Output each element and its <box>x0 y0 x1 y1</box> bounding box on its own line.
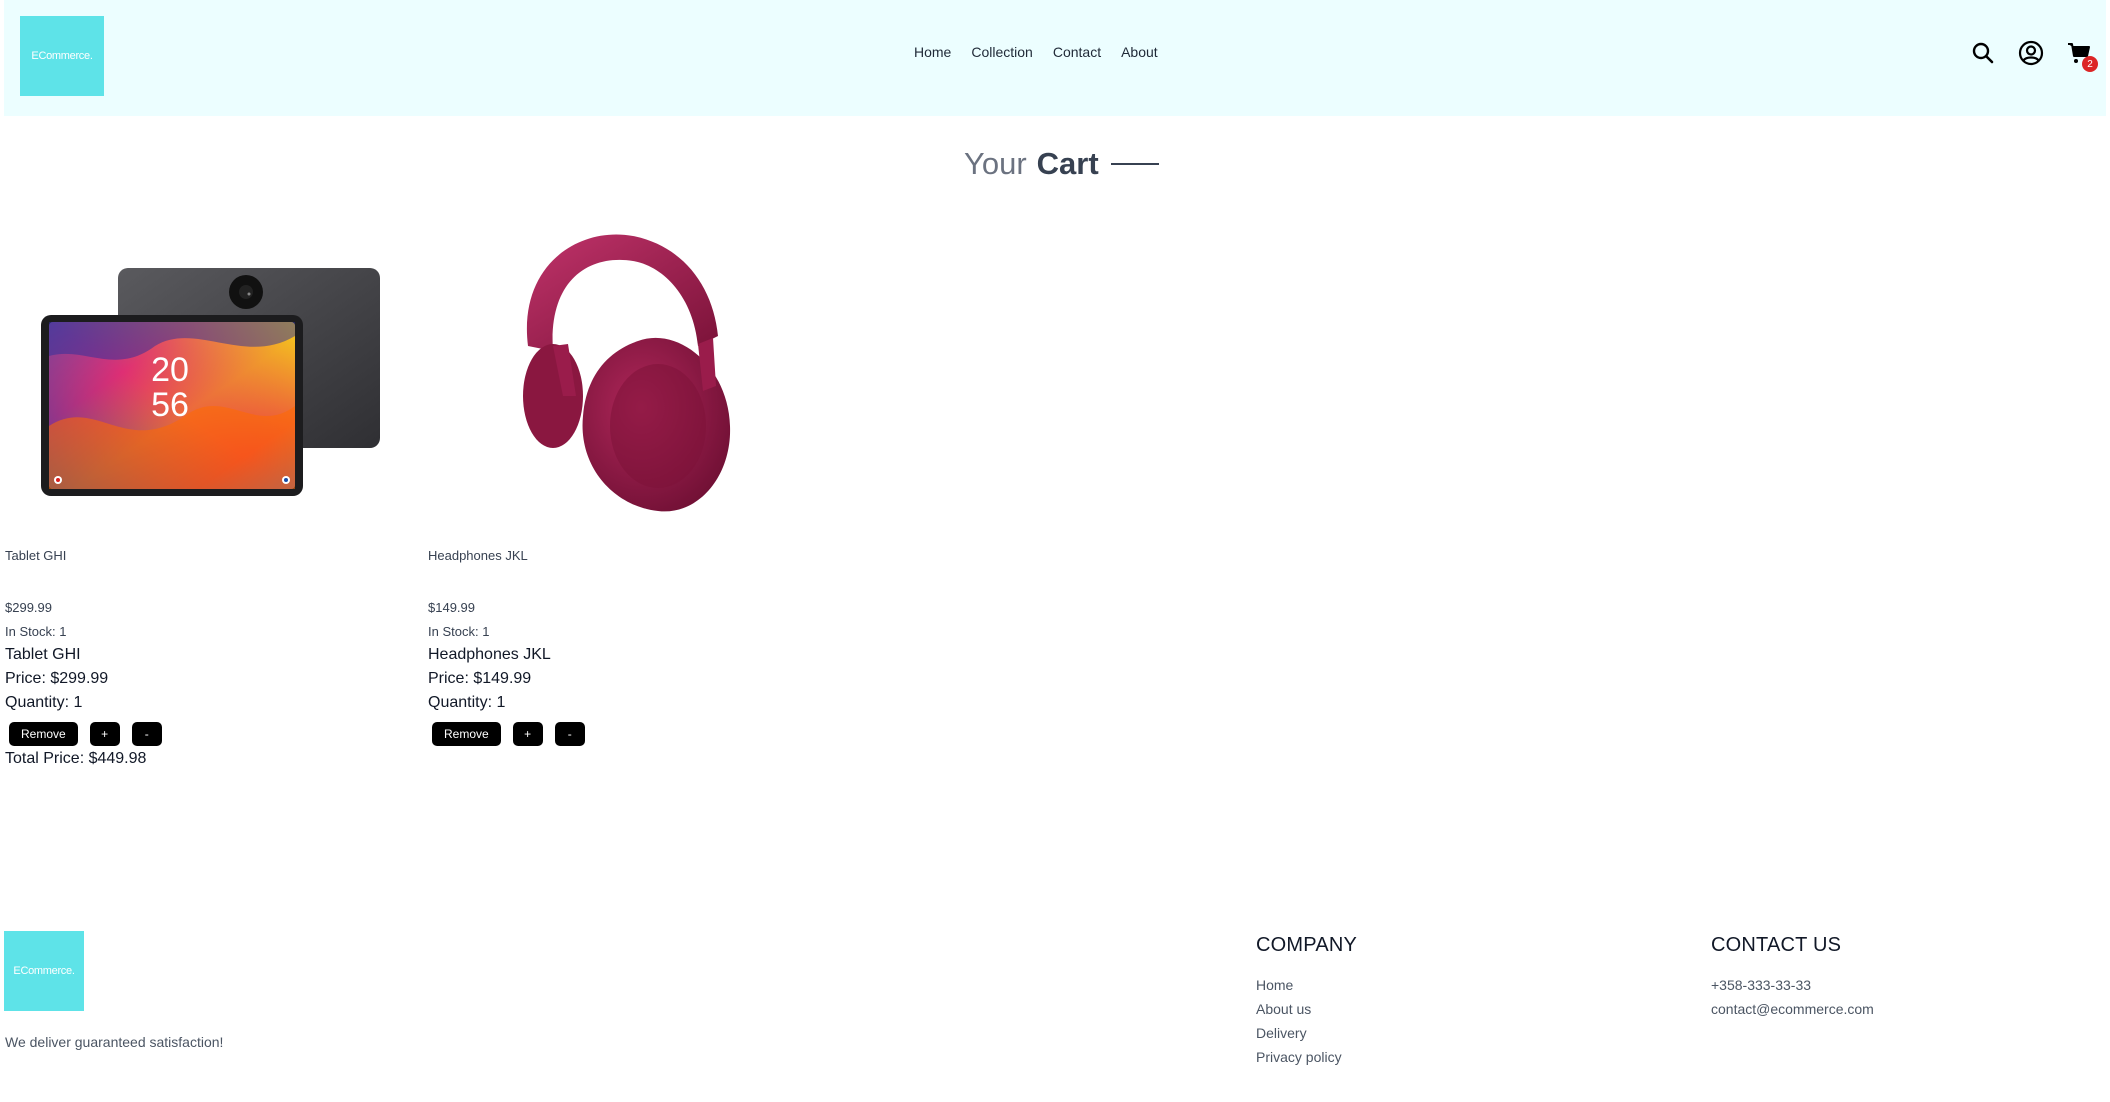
footer-contact-heading: CONTACT US <box>1711 934 1842 956</box>
main-nav: Home Collection Contact About <box>914 44 1158 60</box>
page-title: Your Cart <box>964 146 1159 182</box>
product-price: $299.99 <box>5 600 52 615</box>
site-header: ECommerce. Home Collection Contact About <box>4 0 2106 116</box>
tablet-clock-minutes: 56 <box>151 386 189 424</box>
cart-product-price: Price: $149.99 <box>428 670 532 687</box>
footer-logo[interactable]: ECommerce. <box>4 931 84 1011</box>
footer-link-about-us[interactable]: About us <box>1256 997 1357 1021</box>
cart-icon[interactable]: 2 <box>2066 40 2098 72</box>
stock-status: In Stock: 1 <box>5 624 67 639</box>
nav-collection[interactable]: Collection <box>971 44 1032 60</box>
footer-link-delivery[interactable]: Delivery <box>1256 1021 1357 1045</box>
brand-logo-text: ECommerce. <box>31 50 93 62</box>
footer-email: contact@ecommerce.com <box>1711 1001 1874 1017</box>
footer-tagline: We deliver guaranteed satisfaction! <box>5 1034 224 1050</box>
header-icons: 2 <box>1970 40 2098 72</box>
increase-quantity-button[interactable]: + <box>89 722 120 746</box>
headphones-product-image <box>428 226 828 526</box>
footer-phone: +358-333-33-33 <box>1711 977 1812 993</box>
tablet-product-image: 20 56 <box>5 226 405 526</box>
user-icon[interactable] <box>2018 40 2044 66</box>
footer-company: COMPANY Home About us Delivery Privacy p… <box>1256 934 1357 1069</box>
increase-quantity-button[interactable]: + <box>512 722 543 746</box>
decrease-quantity-button[interactable]: - <box>554 722 585 746</box>
tablet-clock-hours: 20 <box>151 351 189 389</box>
stock-status: In Stock: 1 <box>428 624 490 639</box>
nav-contact[interactable]: Contact <box>1053 44 1101 60</box>
cart-item: 20 56 Tablet GHI $299.99 In Stock: 1 Tab… <box>5 226 405 746</box>
footer-link-home[interactable]: Home <box>1256 973 1357 997</box>
footer-link-privacy-policy[interactable]: Privacy policy <box>1256 1045 1357 1069</box>
title-underline <box>1110 163 1159 165</box>
footer-logo-text: ECommerce. <box>13 965 75 977</box>
cart-product-name: Headphones JKL <box>428 646 551 663</box>
nav-home[interactable]: Home <box>914 44 951 60</box>
cart-product-quantity: Quantity: 1 <box>5 694 83 711</box>
cart-total-price: Total Price: $449.98 <box>5 750 147 767</box>
brand-logo[interactable]: ECommerce. <box>20 16 104 96</box>
cart-product-quantity: Quantity: 1 <box>428 694 506 711</box>
decrease-quantity-button[interactable]: - <box>131 722 162 746</box>
product-name: Tablet GHI <box>5 548 67 563</box>
item-actions: Remove + - <box>9 722 162 746</box>
cart-product-price: Price: $299.99 <box>5 670 109 687</box>
nav-about[interactable]: About <box>1121 44 1158 60</box>
remove-button[interactable]: Remove <box>9 722 78 746</box>
product-name: Headphones JKL <box>428 548 528 563</box>
page-title-part2: Cart <box>1036 146 1099 181</box>
remove-button[interactable]: Remove <box>432 722 501 746</box>
cart-product-name: Tablet GHI <box>5 646 81 663</box>
item-actions: Remove + - <box>432 722 585 746</box>
page-title-part1: Your <box>964 146 1027 181</box>
cart-item: Headphones JKL $149.99 In Stock: 1 Headp… <box>428 226 828 746</box>
product-price: $149.99 <box>428 600 475 615</box>
search-icon[interactable] <box>1970 40 1996 66</box>
cart-count-badge: 2 <box>2082 56 2098 72</box>
footer-contact: CONTACT US +358-333-33-33 contact@ecomme… <box>1711 934 1874 1021</box>
footer-company-heading: COMPANY <box>1256 934 1358 956</box>
